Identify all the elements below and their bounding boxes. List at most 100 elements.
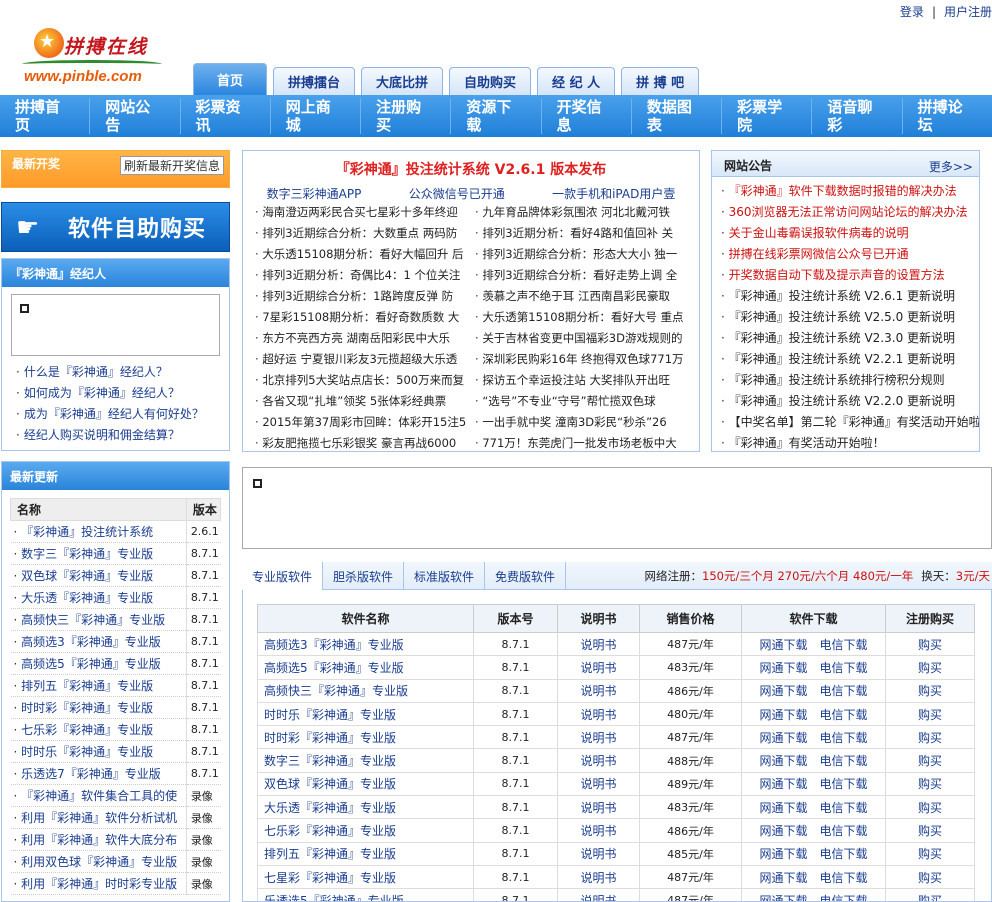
buy-link[interactable]: 购买 [918, 754, 942, 768]
news-link[interactable]: 彩友肥拖揽七乐彩银奖 豪言再战6000 [255, 433, 475, 454]
telecom-download-link[interactable]: 电信下载 [820, 684, 868, 698]
manual-link[interactable]: 说明书 [580, 824, 616, 838]
product-name-link[interactable]: 双色球『彩神通』专业版 [264, 777, 396, 791]
update-item-link[interactable]: 排列五『彩神通』专业版 [21, 679, 153, 693]
update-item-link[interactable]: 利用『彩神通』时时彩专业版 [21, 877, 177, 891]
release-title[interactable]: 『彩神通』投注统计系统 V2.6.1 版本发布 [243, 159, 699, 179]
netcom-download-link[interactable]: 网通下载 [759, 871, 807, 885]
news-link[interactable]: 排列3近期综合分析：大数重点 两码防 [255, 223, 475, 244]
news-link[interactable]: 深圳彩民购彩16年 终抱得双色球771万 [475, 349, 695, 370]
announcement-link[interactable]: 拼搏在线彩票网微信公众号已开通 [712, 244, 979, 265]
update-item-link[interactable]: 『彩神通』软件集合工具的使 [21, 789, 177, 803]
product-name-link[interactable]: 大乐透『彩神通』专业版 [264, 801, 396, 815]
update-item-link[interactable]: 数字三『彩神通』专业版 [21, 547, 153, 561]
buy-link[interactable]: 购买 [918, 801, 942, 815]
netcom-download-link[interactable]: 网通下载 [759, 754, 807, 768]
announcement-link[interactable]: 『彩神通』软件下载数据时报错的解决办法 [712, 181, 979, 202]
telecom-download-link[interactable]: 电信下载 [820, 731, 868, 745]
update-item-link[interactable]: 高频快三『彩神通』专业版 [21, 613, 165, 627]
news-link[interactable]: 2015年第37周彩市回眸：体彩开15注5 [255, 412, 475, 433]
netcom-download-link[interactable]: 网通下载 [759, 801, 807, 815]
tab-standard-software[interactable]: 标准版软件 [404, 562, 486, 590]
tab-compare[interactable]: 大底比拼 [361, 67, 444, 95]
nav-register-buy[interactable]: 注册购买 [361, 98, 452, 134]
update-item-link[interactable]: 『彩神通』投注统计系统 [21, 525, 153, 539]
news-link[interactable]: 一出手就中奖 潼南3D彩民“秒杀”26 [475, 412, 695, 433]
nav-announcements[interactable]: 网站公告 [90, 98, 181, 134]
nav-lottery-news[interactable]: 彩票资讯 [181, 98, 271, 134]
update-item-link[interactable]: 乐透选7『彩神通』专业版 [21, 767, 161, 781]
news-link[interactable]: 超好运 宁夏银川彩友3元揽超级大乐透 [255, 349, 475, 370]
product-name-link[interactable]: 高频快三『彩神通』专业版 [264, 684, 408, 698]
news-link[interactable]: 排列3近期综合分析：看好走势上调 全 [475, 265, 695, 286]
update-item-link[interactable]: 利用『彩神通』软件大底分布 [21, 833, 177, 847]
manual-link[interactable]: 说明书 [580, 801, 616, 815]
netcom-download-link[interactable]: 网通下载 [759, 824, 807, 838]
more-link[interactable]: 更多>> [929, 158, 973, 175]
announcement-link[interactable]: 『彩神通』投注统计系统 V2.3.0 更新说明 [712, 328, 979, 349]
product-name-link[interactable]: 时时彩『彩神通』专业版 [264, 731, 396, 745]
telecom-download-link[interactable]: 电信下载 [820, 661, 868, 675]
announcement-link[interactable]: 『彩神通』投注统计系统 V2.5.0 更新说明 [712, 307, 979, 328]
telecom-download-link[interactable]: 电信下载 [820, 777, 868, 791]
news-link[interactable]: 北京排列5大奖站点店长：500万来而复 [255, 370, 475, 391]
netcom-download-link[interactable]: 网通下载 [759, 731, 807, 745]
netcom-download-link[interactable]: 网通下载 [759, 894, 807, 901]
announcement-link[interactable]: 『彩神通』投注统计系统 V2.2.1 更新说明 [712, 349, 979, 370]
update-item-link[interactable]: 时时彩『彩神通』专业版 [21, 701, 153, 715]
agent-link-benefits[interactable]: 成为『彩神通』经纪人有何好处？ [24, 407, 204, 421]
tab-pro-software[interactable]: 专业版软件 [242, 562, 324, 590]
buy-link[interactable]: 购买 [918, 894, 942, 901]
site-logo[interactable]: ★ 拼搏在线 www.pinble.com [22, 22, 172, 90]
news-link[interactable]: 排列3近期综合分析：1路跨度反弹 防 [255, 286, 475, 307]
update-item-link[interactable]: 七乐彩『彩神通』专业版 [21, 723, 153, 737]
product-name-link[interactable]: 七星彩『彩神通』专业版 [264, 871, 396, 885]
news-link[interactable]: 大乐透第15108期分析：看好大号 重点 [475, 307, 695, 328]
news-link[interactable]: 排列3近期分析：看好4路和值回补 关 [475, 223, 695, 244]
tab-forum-bar[interactable]: 拼 搏 吧 [621, 67, 700, 95]
product-name-link[interactable]: 数字三『彩神通』专业版 [264, 754, 396, 768]
announcement-link[interactable]: 开奖数据自动下载及提示声音的设置方法 [712, 265, 979, 286]
nav-forum[interactable]: 拼搏论坛 [903, 98, 992, 134]
update-item-link[interactable]: 利用双色球『彩神通』专业版 [21, 855, 177, 869]
announcement-link[interactable]: 【中奖名单】第二轮『彩神通』有奖活动开始啦 [712, 412, 979, 433]
netcom-download-link[interactable]: 网通下载 [759, 661, 807, 675]
nav-shop[interactable]: 网上商城 [271, 98, 362, 134]
buy-link[interactable]: 购买 [918, 684, 942, 698]
news-link[interactable]: “选号”不专业“守号”帮忙揽双色球 [475, 391, 695, 412]
telecom-download-link[interactable]: 电信下载 [820, 824, 868, 838]
manual-link[interactable]: 说明书 [580, 731, 616, 745]
news-link[interactable]: 排列3近期综合分析：形态大大小 独一 [475, 244, 695, 265]
manual-link[interactable]: 说明书 [580, 894, 616, 901]
news-link[interactable]: 关于吉林省变更中国福彩3D游戏规则的 [475, 328, 695, 349]
announcement-link[interactable]: 『彩神通』有奖活动开始啦！ [712, 433, 979, 454]
self-buy-banner[interactable]: ☛ 软件自助购买 [1, 202, 230, 252]
news-link[interactable]: 771万！东莞虎门一批发市场老板中大 [475, 433, 695, 454]
manual-link[interactable]: 说明书 [580, 847, 616, 861]
manual-link[interactable]: 说明书 [580, 684, 616, 698]
manual-link[interactable]: 说明书 [580, 708, 616, 722]
nav-charts[interactable]: 数据图表 [632, 98, 723, 134]
telecom-download-link[interactable]: 电信下载 [820, 871, 868, 885]
product-name-link[interactable]: 时时乐『彩神通』专业版 [264, 708, 396, 722]
news-link[interactable]: 羡慕之声不绝于耳 江西南昌彩民豪取 [475, 286, 695, 307]
telecom-download-link[interactable]: 电信下载 [820, 801, 868, 815]
update-item-link[interactable]: 高频选3『彩神通』专业版 [21, 635, 161, 649]
manual-link[interactable]: 说明书 [580, 638, 616, 652]
update-item-link[interactable]: 时时乐『彩神通』专业版 [21, 745, 153, 759]
nav-voice-chat[interactable]: 语音聊彩 [812, 98, 903, 134]
telecom-download-link[interactable]: 电信下载 [820, 708, 868, 722]
nav-downloads[interactable]: 资源下载 [451, 98, 542, 134]
announcement-link[interactable]: 『彩神通』投注统计系统 V2.6.1 更新说明 [712, 286, 979, 307]
tab-agent[interactable]: 经 纪 人 [537, 67, 616, 95]
product-name-link[interactable]: 高频选5『彩神通』专业版 [264, 661, 404, 675]
tab-home[interactable]: 首页 [193, 63, 267, 95]
telecom-download-link[interactable]: 电信下载 [820, 894, 868, 901]
buy-link[interactable]: 购买 [918, 777, 942, 791]
nav-academy[interactable]: 彩票学院 [722, 98, 813, 134]
refresh-draw-button[interactable]: 刷新最新开奖信息 [119, 156, 224, 175]
news-link[interactable]: 各省又现“扎堆”领奖 5张体彩经典票 [255, 391, 475, 412]
update-item-link[interactable]: 利用『彩神通』软件分析试机 [21, 811, 177, 825]
netcom-download-link[interactable]: 网通下载 [759, 847, 807, 861]
agent-link-what[interactable]: 什么是『彩神通』经纪人？ [24, 365, 168, 379]
